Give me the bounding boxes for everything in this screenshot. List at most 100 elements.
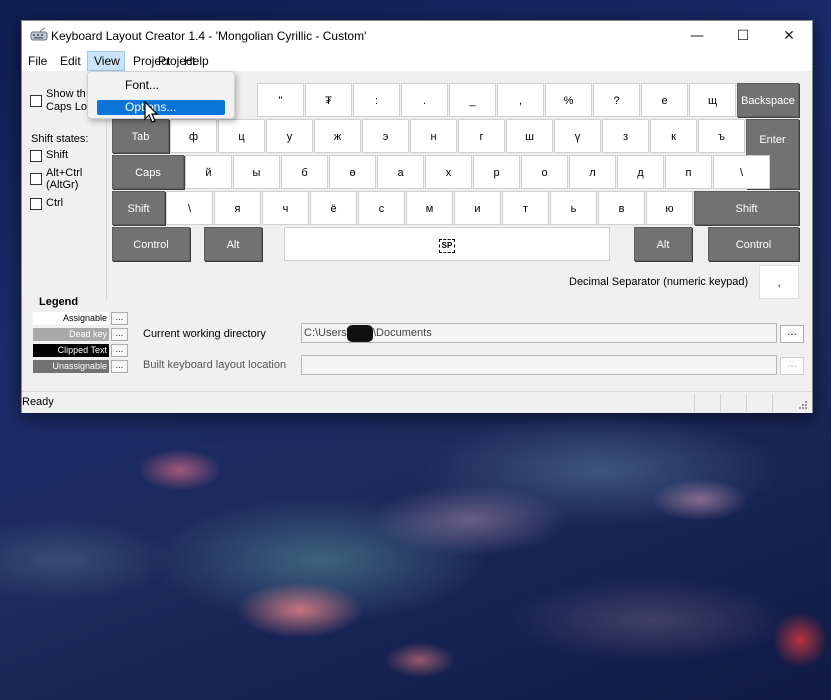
- legend-dead-key-button[interactable]: ...: [111, 328, 128, 341]
- key-r1-6[interactable]: ,: [497, 83, 544, 117]
- shift-checkbox-label: Shift: [46, 149, 69, 161]
- key-r3-5[interactable]: а: [377, 155, 424, 189]
- menu-bar: File Edit Project Project Help: [22, 51, 812, 71]
- menu-view-label: View: [94, 54, 120, 68]
- key-r1-1[interactable]: ": [257, 83, 304, 117]
- key-r2-3[interactable]: у: [266, 119, 313, 153]
- key-r2-2[interactable]: ц: [218, 119, 265, 153]
- key-r3-8[interactable]: о: [521, 155, 568, 189]
- key-r3-3[interactable]: б: [281, 155, 328, 189]
- key-caps[interactable]: Caps: [112, 155, 184, 189]
- key-r2-7[interactable]: г: [458, 119, 505, 153]
- key-tab[interactable]: Tab: [112, 119, 169, 153]
- resize-grip-icon[interactable]: [798, 400, 808, 410]
- build-location-field[interactable]: [301, 355, 777, 375]
- key-r2-6[interactable]: н: [410, 119, 457, 153]
- menu-edit[interactable]: Edit: [60, 54, 81, 68]
- key-r1-8[interactable]: ?: [593, 83, 640, 117]
- key-r3-4[interactable]: ө: [329, 155, 376, 189]
- cwd-field[interactable]: C:\Users\ \Documents: [301, 323, 777, 343]
- minimize-button[interactable]: —: [674, 21, 720, 51]
- key-r1-5[interactable]: _: [449, 83, 496, 117]
- key-r4-3[interactable]: ч: [262, 191, 309, 225]
- key-r3-7[interactable]: р: [473, 155, 520, 189]
- key-r2-10[interactable]: з: [602, 119, 649, 153]
- key-r3-12[interactable]: \: [713, 155, 770, 189]
- key-r2-11[interactable]: к: [650, 119, 697, 153]
- key-decimal-separator[interactable]: ,: [759, 265, 799, 299]
- key-r2-5[interactable]: э: [362, 119, 409, 153]
- key-r4-8[interactable]: т: [502, 191, 549, 225]
- key-shift-right[interactable]: Shift: [694, 191, 799, 225]
- cwd-label: Current working directory: [143, 328, 266, 340]
- legend-clipped-text: Clipped Text: [33, 344, 109, 357]
- key-r4-9[interactable]: ь: [550, 191, 597, 225]
- build-location-label: Built keyboard layout location: [143, 359, 287, 371]
- legend-unassignable-button[interactable]: ...: [111, 360, 128, 373]
- key-r3-9[interactable]: л: [569, 155, 616, 189]
- altgr-label-1: Alt+Ctrl: [46, 167, 83, 179]
- key-r4-6[interactable]: м: [406, 191, 453, 225]
- key-alt-left[interactable]: Alt: [204, 227, 262, 261]
- space-key-label: SP: [438, 239, 456, 253]
- legend-clipped-text-button[interactable]: ...: [111, 344, 128, 357]
- key-r1-10[interactable]: щ: [689, 83, 736, 117]
- key-r3-10[interactable]: д: [617, 155, 664, 189]
- key-r4-5[interactable]: с: [358, 191, 405, 225]
- legend-unassignable: Unassignable: [33, 360, 109, 373]
- key-r4-7[interactable]: и: [454, 191, 501, 225]
- menu-project-label[interactable]: Project: [133, 54, 170, 68]
- status-divider: [694, 394, 695, 412]
- key-control-right[interactable]: Control: [708, 227, 799, 261]
- key-r3-1[interactable]: й: [185, 155, 232, 189]
- legend-assignable: Assignable: [33, 312, 109, 325]
- show-capslock-checkbox[interactable]: [30, 95, 42, 107]
- key-r1-9[interactable]: е: [641, 83, 688, 117]
- menu-help[interactable]: Help: [184, 54, 209, 68]
- ctrl-checkbox-label: Ctrl: [46, 197, 64, 209]
- keyboard-app-icon: [30, 27, 48, 41]
- key-r1-7[interactable]: %: [545, 83, 592, 117]
- menu-file[interactable]: File: [28, 54, 47, 68]
- menu-item-font[interactable]: Font...: [97, 78, 225, 93]
- altgr-checkbox[interactable]: [30, 173, 42, 185]
- key-r3-11[interactable]: п: [665, 155, 712, 189]
- key-control-left[interactable]: Control: [112, 227, 190, 261]
- key-r4-1[interactable]: \: [166, 191, 213, 225]
- key-space[interactable]: SP: [284, 227, 610, 261]
- key-r1-2[interactable]: ₮: [305, 83, 352, 117]
- status-bar: Ready: [22, 391, 812, 413]
- build-location-browse-button[interactable]: ...: [780, 357, 804, 375]
- key-r4-11[interactable]: ю: [646, 191, 693, 225]
- status-divider: [720, 394, 721, 412]
- key-r2-12[interactable]: ъ: [698, 119, 745, 153]
- maximize-button[interactable]: ☐: [720, 21, 766, 51]
- key-r4-2[interactable]: я: [214, 191, 261, 225]
- title-bar[interactable]: Keyboard Layout Creator 1.4 - 'Mongolian…: [22, 21, 812, 51]
- decimal-separator-label: Decimal Separator (numeric keypad): [569, 276, 749, 288]
- key-r2-1[interactable]: ф: [170, 119, 217, 153]
- key-r1-3[interactable]: :: [353, 83, 400, 117]
- key-shift-left[interactable]: Shift: [112, 191, 165, 225]
- app-window: Keyboard Layout Creator 1.4 - 'Mongolian…: [21, 20, 813, 413]
- menu-view[interactable]: View: [87, 51, 125, 71]
- key-r2-4[interactable]: ж: [314, 119, 361, 153]
- legend-assignable-button[interactable]: ...: [111, 312, 128, 325]
- close-button[interactable]: ✕: [766, 21, 812, 51]
- key-r3-6[interactable]: х: [425, 155, 472, 189]
- key-r2-9[interactable]: ү: [554, 119, 601, 153]
- key-r3-2[interactable]: ы: [233, 155, 280, 189]
- key-r4-10[interactable]: в: [598, 191, 645, 225]
- shift-checkbox[interactable]: [30, 150, 42, 162]
- altgr-label-2: (AltGr): [46, 179, 79, 191]
- view-dropdown-menu: Font... Options...: [87, 71, 235, 119]
- key-r1-4[interactable]: .: [401, 83, 448, 117]
- key-r2-8[interactable]: ш: [506, 119, 553, 153]
- key-backspace[interactable]: Backspace: [737, 83, 799, 117]
- ctrl-checkbox[interactable]: [30, 198, 42, 210]
- mouse-pointer-icon: [144, 101, 159, 123]
- menu-item-options[interactable]: Options...: [97, 100, 225, 115]
- key-r4-4[interactable]: ё: [310, 191, 357, 225]
- key-alt-right[interactable]: Alt: [634, 227, 692, 261]
- cwd-browse-button[interactable]: ...: [780, 325, 804, 343]
